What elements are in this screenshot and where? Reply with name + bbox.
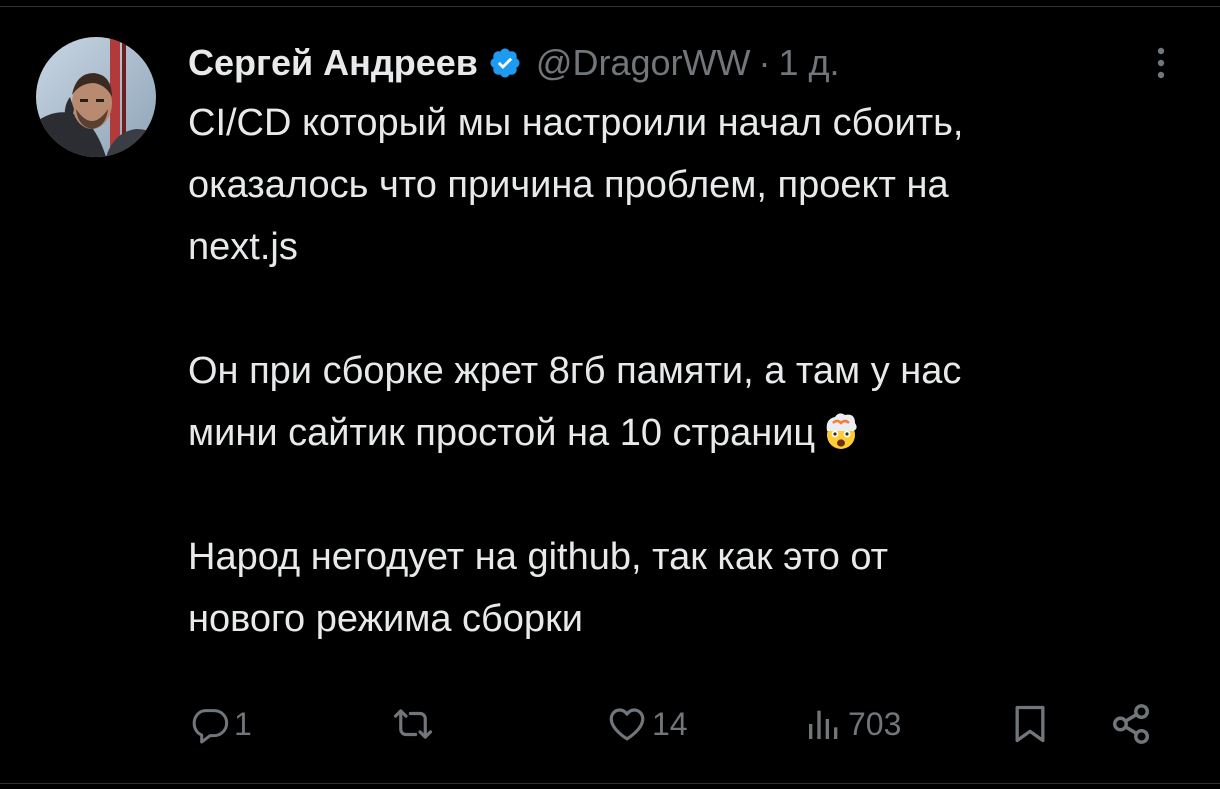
tweet-text-span: мини сайтик простой на 10 страниц [188,412,816,454]
share-button[interactable] [1108,694,1154,754]
tweet-header: Сергей Андреев @DragorWW · 1 д. [188,36,840,90]
avatar-image [36,37,156,157]
views-chart-icon [809,710,838,739]
reply-button[interactable]: 1 [190,694,252,754]
tweet-text-line: CI/CD который мы настроили начал сбоить, [188,102,964,144]
reply-count: 1 [234,705,252,742]
timestamp[interactable]: 1 д. [778,42,839,84]
tweet-text-line: оказалось что причина проблем, проект на [188,164,949,206]
tweet-card[interactable]: Сергей Андреев @DragorWW · 1 д. CI/CD ко… [0,0,1220,789]
handle[interactable]: @DragorWW [536,42,751,84]
verified-badge-icon[interactable] [488,46,522,80]
bottom-divider [0,783,1220,784]
more-dots-icon[interactable] [1146,42,1176,84]
tweet-text: CI/CD который мы настроили начал сбоить,… [188,92,1188,650]
like-button[interactable]: 14 [606,694,688,754]
like-count: 14 [652,705,688,742]
retweet-button[interactable] [392,694,438,754]
tweet-text-line: Он при сборке жрет 8гб памяти, а там у н… [188,350,962,392]
action-bar: 1 14 703 [0,694,1220,754]
share-icon [1112,704,1150,744]
separator-dot: · [758,42,771,83]
views-button[interactable]: 703 [804,694,901,754]
exploding-head-emoji [821,411,861,451]
tweet-text-line: next.js [188,226,298,268]
avatar[interactable] [36,37,156,157]
bookmark-icon [1015,705,1045,743]
reply-icon [192,709,229,744]
tweet-text-line: нового режима сборки [188,598,583,640]
top-divider [0,6,1220,7]
views-count: 703 [848,705,902,742]
heart-icon [609,708,645,741]
tweet-text-line: Народ негодует на github, так как это от [188,536,889,578]
retweet-icon [393,709,433,739]
bookmark-button[interactable] [1008,694,1052,754]
tweet-text-line: мини сайтик простой на 10 страниц [188,402,1188,464]
display-name[interactable]: Сергей Андреев [188,42,478,84]
